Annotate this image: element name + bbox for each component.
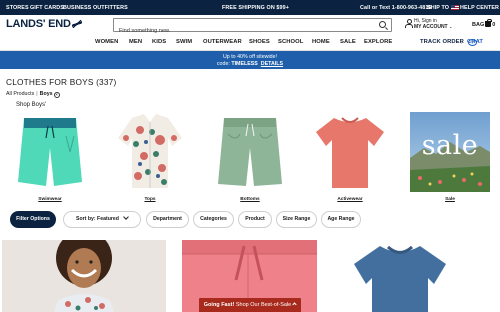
person-icon (405, 19, 413, 28)
search-input[interactable] (114, 25, 364, 37)
sale-banner-image: sale (410, 112, 490, 192)
chevron-right-icon (292, 302, 297, 307)
filter-categories[interactable]: Categories (193, 211, 234, 228)
filter-size-range[interactable]: Size Range (276, 211, 317, 228)
search-box (113, 18, 392, 37)
category-label: Activewear (337, 197, 363, 202)
category-label: Bottoms (240, 197, 260, 202)
toast-text: Shop Our Best-of-Sale (234, 302, 292, 308)
account-menu[interactable]: Hi, Sign in MY ACCOUNT ⌄ (405, 18, 453, 30)
promo-details-link[interactable]: DETAILS (261, 61, 283, 67)
chat-label: CHAT (467, 39, 484, 45)
site-header: LANDS' END Hi, Sign in MY ACCOUNT ⌄ BAG 0… (0, 15, 500, 51)
breadcrumb-separator: | (36, 91, 38, 97)
bag-count: 0 (492, 22, 496, 28)
free-shipping-link[interactable]: FREE SHIPPING ON $99+ (222, 5, 289, 11)
brand-logo[interactable]: LANDS' END (6, 18, 82, 30)
nav-item-explore[interactable]: EXPLORE (364, 39, 392, 45)
bag-label: BAG (472, 22, 485, 28)
nav-item-outerwear[interactable]: OUTERWEAR (203, 39, 242, 45)
category-activewear[interactable]: Activewear (310, 112, 390, 202)
track-order-link[interactable]: TRACK ORDER (420, 39, 464, 45)
shop-boys-label: Shop Boys' (16, 102, 47, 108)
best-of-sale-banner[interactable]: Going Fast! Shop Our Best-of-Sale (199, 298, 301, 312)
category-bottoms[interactable]: Bottoms (210, 112, 290, 202)
stores-link[interactable]: STORES (6, 5, 29, 11)
business-outfitters-link[interactable]: BUSINESS OUTFITTERS (63, 5, 128, 11)
nav-item-home[interactable]: HOME (312, 39, 330, 45)
brand-logo-text: LANDS' END (6, 18, 71, 30)
promo-code: TIMELESS (231, 61, 258, 67)
nav-item-swim[interactable]: SWIM (176, 39, 192, 45)
category-sale[interactable]: sale Sale (410, 112, 490, 202)
nav-item-sale[interactable]: SALE (340, 39, 356, 45)
toast-bold: Going Fast! (203, 302, 235, 308)
breadcrumb-boys: Boys (39, 91, 53, 97)
boy-portrait-image (2, 240, 166, 312)
gift-cards-link[interactable]: GIFT CARDS (30, 5, 64, 11)
sort-label: Sort by: Featured (76, 216, 119, 222)
category-tops[interactable]: Tops (110, 112, 190, 202)
phone-link[interactable]: Call or Text 1-800-963-4816 (360, 5, 432, 11)
shopping-bag[interactable]: BAG 0 (472, 19, 496, 28)
ship-to-selector[interactable]: SHIP TO (427, 5, 460, 11)
blue-tee-image (354, 245, 446, 312)
category-label: Tops (144, 197, 156, 202)
page-title: CLOTHES FOR BOYS (337) (6, 77, 117, 87)
nav-divider: | (461, 39, 463, 45)
utility-bar: STORES GIFT CARDS BUSINESS OUTFITTERS FR… (0, 0, 500, 15)
breadcrumb-all-products[interactable]: All Products (6, 91, 34, 97)
nav-item-shoes[interactable]: SHOES (249, 39, 270, 45)
filter-age-range[interactable]: Age Range (321, 211, 361, 228)
product-tile[interactable] (350, 240, 450, 312)
ship-to-label: SHIP TO (427, 5, 450, 11)
promo-code-line: code: TIMELESS DETAILS (0, 61, 500, 67)
product-tile[interactable] (2, 240, 166, 312)
nav-item-school[interactable]: SCHOOL (278, 39, 303, 45)
help-center-link[interactable]: HELP CENTER (460, 5, 499, 11)
category-swimwear[interactable]: Swimwear (10, 112, 90, 202)
chat-link[interactable]: CHAT ? (467, 39, 483, 46)
breadcrumb: All Products | Boys × (6, 91, 60, 98)
remove-filter-icon[interactable]: × (53, 92, 60, 98)
promo-headline: Up to 40% off sitewide! (222, 54, 278, 60)
chevron-down-icon: ⌄ (449, 24, 453, 29)
nav-item-women[interactable]: WOMEN (95, 39, 118, 45)
search-icon[interactable] (379, 21, 386, 28)
promo-banner: Up to 40% off sitewide! code: TIMELESS D… (0, 51, 500, 69)
sort-dropdown[interactable]: Sort by: Featured (63, 211, 141, 228)
swim-trunks-image (10, 112, 90, 192)
promo-code-prefix: code: (216, 61, 232, 67)
floral-shirt-image (110, 112, 190, 192)
chevron-down-icon (123, 214, 129, 220)
sale-image-text: sale (421, 130, 479, 161)
category-label: Sale (445, 197, 455, 202)
coral-tee-image (310, 112, 390, 192)
bag-icon (485, 19, 492, 27)
nav-item-men[interactable]: MEN (129, 39, 142, 45)
us-flag-icon (451, 5, 460, 11)
filter-product[interactable]: Product (238, 211, 272, 228)
chino-shorts-image (210, 112, 290, 192)
filter-department[interactable]: Department (146, 211, 189, 228)
nav-item-kids[interactable]: KIDS (152, 39, 166, 45)
category-label: Swimwear (38, 197, 62, 202)
filter-bar: Filter Options Sort by: Featured Departm… (0, 211, 500, 229)
logo-mark-icon (71, 20, 82, 28)
my-account-text: MY ACCOUNT (414, 24, 448, 30)
filter-options-button[interactable]: Filter Options (10, 211, 56, 228)
